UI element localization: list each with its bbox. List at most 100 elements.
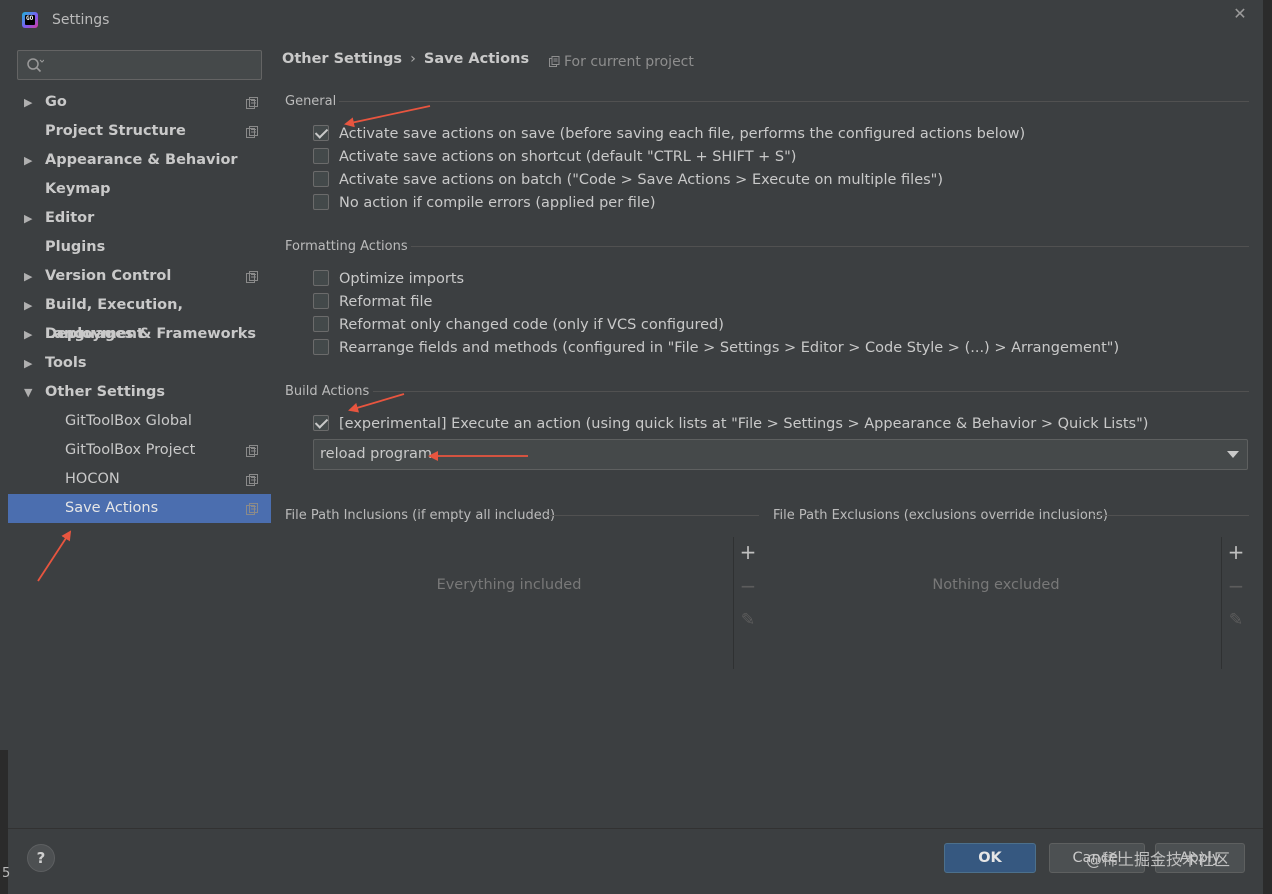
ok-button[interactable]: OK xyxy=(944,843,1036,873)
inclusions-section-title: File Path Inclusions (if empty all inclu… xyxy=(285,508,556,523)
search-input[interactable] xyxy=(17,50,262,80)
checkbox-label: Reformat only changed code (only if VCS … xyxy=(339,317,724,333)
chevron-right-icon[interactable]: ▶ xyxy=(24,349,32,378)
sidebar-item-build-execution-deployment[interactable]: ▶ Build, Execution, Deployment xyxy=(8,291,271,342)
sidebar-item-label: GitToolBox Global xyxy=(65,413,192,429)
project-scope-icon xyxy=(246,503,258,515)
watermark: @稀土掘金技术社区 xyxy=(1086,850,1231,869)
quick-list-selected-value: reload program xyxy=(320,446,433,462)
checkbox-label: Activate save actions on batch ("Code > … xyxy=(339,172,943,188)
inclusions-list[interactable]: Everything included xyxy=(285,537,733,669)
title-bar: GO Settings ✕ xyxy=(0,0,1263,42)
scope-hint-text: For current project xyxy=(564,54,694,70)
close-icon[interactable]: ✕ xyxy=(1232,6,1248,22)
checkbox[interactable] xyxy=(313,148,329,164)
checkbox[interactable] xyxy=(313,339,329,355)
sidebar-item-label: Keymap xyxy=(45,181,111,197)
sidebar-item-gittoolbox-project[interactable]: GitToolBox Project xyxy=(8,436,271,465)
inclusions-toolbar: + − ✎ xyxy=(733,537,761,669)
dialog-footer: ? OK Cancel Apply xyxy=(8,828,1263,894)
sidebar-item-hocon[interactable]: HOCON xyxy=(8,465,271,494)
section-divider xyxy=(545,515,759,516)
inclusions-empty-text: Everything included xyxy=(436,577,582,593)
chevron-right-icon[interactable]: ▶ xyxy=(24,320,32,349)
scope-hint: For current project xyxy=(549,54,694,70)
sidebar-item-label: Editor xyxy=(45,210,95,226)
sidebar-item-project-structure[interactable]: Project Structure xyxy=(8,117,271,146)
remove-exclusion-button[interactable]: − xyxy=(1227,576,1245,596)
sidebar-item-editor[interactable]: ▶ Editor xyxy=(8,204,271,233)
section-divider xyxy=(1093,515,1249,516)
sidebar-item-label: Go xyxy=(45,94,67,110)
checkbox[interactable] xyxy=(313,415,329,431)
sidebar-item-label: HOCON xyxy=(65,471,120,487)
edit-inclusion-button[interactable]: ✎ xyxy=(739,611,757,629)
add-inclusion-button[interactable]: + xyxy=(739,542,757,562)
window-title: Settings xyxy=(52,12,110,28)
checkbox[interactable] xyxy=(313,171,329,187)
chevron-right-icon[interactable]: ▶ xyxy=(24,291,32,320)
project-scope-icon xyxy=(246,271,258,283)
sidebar-item-keymap[interactable]: Keymap xyxy=(8,175,271,204)
sidebar-item-label: Other Settings xyxy=(45,384,166,400)
chevron-right-icon[interactable]: ▶ xyxy=(24,88,32,117)
add-exclusion-button[interactable]: + xyxy=(1227,542,1245,562)
breadcrumb-parent[interactable]: Other Settings xyxy=(282,51,402,67)
background-strip xyxy=(1263,0,1272,894)
checkbox[interactable] xyxy=(313,270,329,286)
checkbox-label: No action if compile errors (applied per… xyxy=(339,195,656,211)
section-divider xyxy=(339,101,1249,102)
sidebar-item-label: GitToolBox Project xyxy=(65,442,196,458)
sidebar-item-other-settings[interactable]: ▼ Other Settings xyxy=(8,378,271,407)
sidebar-item-label: Save Actions xyxy=(65,500,159,516)
checkbox-label: Optimize imports xyxy=(339,271,465,287)
checkbox[interactable] xyxy=(313,194,329,210)
goland-logo-icon: GO xyxy=(22,12,38,28)
checkbox[interactable] xyxy=(313,125,329,141)
chevron-right-icon[interactable]: ▶ xyxy=(24,204,32,233)
exclusions-list[interactable]: Nothing excluded xyxy=(773,537,1219,669)
sidebar-item-save-actions[interactable]: Save Actions xyxy=(8,494,271,523)
checkbox-label: Activate save actions on shortcut (defau… xyxy=(339,149,797,165)
breadcrumb-separator: › xyxy=(410,51,416,67)
formatting-section-title: Formatting Actions xyxy=(285,239,408,254)
sidebar-item-tools[interactable]: ▶ Tools xyxy=(8,349,271,378)
quick-list-dropdown[interactable]: reload program xyxy=(313,439,1248,470)
sidebar-item-gittoolbox-global[interactable]: GitToolBox Global xyxy=(8,407,271,436)
sidebar-item-plugins[interactable]: Plugins xyxy=(8,233,271,262)
sidebar-item-label: Project Structure xyxy=(45,123,186,139)
checkbox-label: Activate save actions on save (before sa… xyxy=(339,126,1026,142)
settings-content: Other Settings › Save Actions For current … xyxy=(271,42,1263,828)
exclusions-section-title: File Path Exclusions (exclusions overrid… xyxy=(773,508,1108,523)
breadcrumb: Other Settings › Save Actions xyxy=(282,51,529,67)
checkbox-label: [experimental] Execute an action (using … xyxy=(339,416,1149,432)
chevron-right-icon[interactable]: ▶ xyxy=(24,262,32,291)
build-section-title: Build Actions xyxy=(285,384,370,399)
project-scope-icon xyxy=(246,126,258,138)
edit-exclusion-button[interactable]: ✎ xyxy=(1227,611,1245,629)
checkbox-label: Rearrange fields and methods (configured… xyxy=(339,340,1120,356)
chevron-right-icon[interactable]: ▶ xyxy=(24,146,32,175)
sidebar-item-go[interactable]: ▶ Go xyxy=(8,88,271,117)
section-divider xyxy=(373,391,1249,392)
project-scope-icon xyxy=(246,445,258,457)
sidebar-item-label: Languages & Frameworks xyxy=(45,326,257,342)
section-divider xyxy=(411,246,1249,247)
exclusions-empty-text: Nothing excluded xyxy=(932,577,1060,593)
sidebar-item-version-control[interactable]: ▶ Version Control xyxy=(8,262,271,291)
settings-sidebar: ▶ Go Project Structure ▶ Appearance & Behavi… xyxy=(8,42,271,828)
breadcrumb-current: Save Actions xyxy=(423,51,530,67)
general-section-title: General xyxy=(285,94,337,109)
sidebar-item-label: Appearance & Behavior xyxy=(45,152,238,168)
sidebar-item-label: Plugins xyxy=(45,239,106,255)
sidebar-item-appearance-behavior[interactable]: ▶ Appearance & Behavior xyxy=(8,146,271,175)
sidebar-item-languages-frameworks[interactable]: ▶ Languages & Frameworks xyxy=(8,320,271,349)
settings-dialog: GO Settings ✕ ▶ Go Project Structure ▶ Appea… xyxy=(0,0,1263,894)
remove-inclusion-button[interactable]: − xyxy=(739,576,757,596)
help-button[interactable]: ? xyxy=(27,844,55,872)
checkbox[interactable] xyxy=(313,316,329,332)
checkbox[interactable] xyxy=(313,293,329,309)
chevron-down-icon[interactable]: ▼ xyxy=(24,378,32,407)
settings-tree: ▶ Go Project Structure ▶ Appearance & Behavi… xyxy=(8,88,271,523)
project-scope-icon xyxy=(246,97,258,109)
